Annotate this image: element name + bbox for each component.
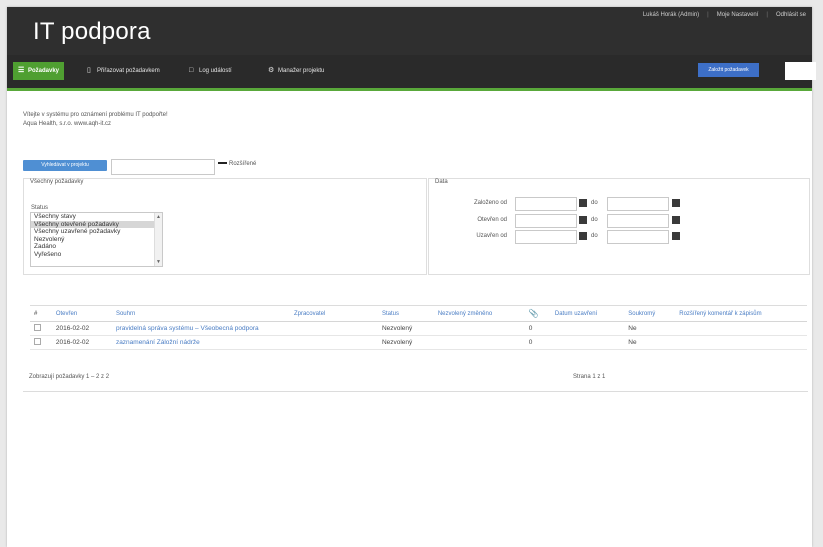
app-frame: IT podpora Lukáš Horák (Admin) | Moje Na… — [7, 7, 816, 547]
col-assignee[interactable]: Zpracovatel — [289, 305, 378, 322]
nav-tab-manazer[interactable]: ⚙ Manažer projektu — [263, 62, 329, 80]
date-label: Uzavřen od — [476, 233, 507, 239]
nav-tab-pozadavky[interactable]: ☰ Požadavky — [13, 62, 65, 80]
new-request-button[interactable]: Založit požadavek — [698, 63, 759, 77]
panel-title: Všechny požadavky — [30, 179, 84, 185]
row-checkbox[interactable] — [34, 324, 41, 331]
scroll-up-icon[interactable]: ▲ — [156, 214, 161, 220]
row-assignee — [289, 321, 378, 336]
row-count: 0 — [524, 335, 551, 350]
row-summary-cell: pravidelná správa systému – Všeobecná po… — [111, 321, 290, 336]
header: IT podpora Lukáš Horák (Admin) | Moje Na… — [7, 7, 812, 55]
row-checkbox-cell — [30, 321, 52, 336]
status-option[interactable]: Všechny otevřené požadavky — [31, 220, 162, 228]
listbox-scrollbar[interactable]: ▲ ▼ — [154, 213, 162, 266]
status-listbox[interactable]: Všechny stavy Všechny otevřené požadavky… — [30, 212, 163, 267]
settings-link[interactable]: Moje Nastavení — [717, 12, 759, 18]
main-navbar: ☰ Požadavky ▯ Přiřazovat požadavkem □ Log u… — [7, 55, 816, 91]
row-summary-link[interactable]: zaznamenání Záložní nádrže — [116, 339, 200, 346]
col-attachments[interactable]: 📎 — [524, 305, 551, 322]
table-row: 2016-02-02 zaznamenání Záložní nádrže Ne… — [30, 335, 807, 350]
dash-icon — [218, 162, 227, 165]
calendar-icon[interactable] — [579, 216, 587, 224]
status-option[interactable]: Vyřešeno — [31, 251, 162, 259]
row-checkbox[interactable] — [34, 338, 41, 345]
scroll-down-icon[interactable]: ▼ — [156, 259, 161, 265]
app-title: IT podpora — [33, 18, 151, 45]
col-comment[interactable]: Rozšířený komentář k zápisům — [675, 305, 807, 322]
row-checkbox-cell — [30, 335, 52, 350]
calendar-icon[interactable] — [672, 216, 680, 224]
date-from-input[interactable] — [515, 197, 577, 211]
status-option[interactable]: Všechny stavy — [31, 213, 162, 221]
col-closed-date[interactable]: Datum uzavření — [550, 305, 625, 322]
table-header-row: # Otevřen Souhrn Zpracovatel Status Nezv… — [30, 305, 807, 322]
calendar-icon[interactable] — [672, 199, 680, 207]
status-option[interactable]: Všechny uzavřené požadavky — [31, 228, 162, 236]
results-count: Zobrazují požadavky 1 – 2 z 2 — [29, 374, 110, 380]
nav-tab-log[interactable]: □ Log událostí — [184, 62, 237, 80]
gear-icon: ⚙ — [268, 67, 275, 74]
date-to-input[interactable] — [607, 197, 669, 211]
panel-title: Data — [435, 179, 448, 185]
page-indicator: Strana 1 z 1 — [573, 374, 606, 380]
date-from-input[interactable] — [515, 230, 577, 244]
col-id[interactable]: # — [30, 305, 52, 322]
calendar-icon[interactable] — [579, 199, 587, 207]
row-assignee — [289, 335, 378, 350]
row-date: 2016-02-02 — [51, 321, 112, 336]
date-to-input[interactable] — [607, 230, 669, 244]
col-private[interactable]: Soukromý — [624, 305, 676, 322]
project-search-input[interactable] — [111, 159, 215, 175]
col-changed[interactable]: Nezvolený změněno — [433, 305, 525, 322]
row-status: Nezvolený — [377, 335, 434, 350]
top-links: Lukáš Horák (Admin) | Moje Nastavení | O… — [642, 12, 806, 18]
table-row: 2016-02-02 pravidelná správa systému – V… — [30, 321, 807, 336]
attachment-icon: 📎 — [528, 309, 539, 318]
date-label: Otevřen od — [477, 217, 507, 223]
col-status[interactable]: Status — [377, 305, 434, 322]
expand-filter-link[interactable]: Rozšířené — [218, 161, 256, 167]
status-option[interactable]: Zadáno — [31, 243, 162, 251]
date-to-input[interactable] — [607, 214, 669, 228]
welcome-text: Vítejte v systému pro oznámení problému … — [23, 112, 168, 127]
col-summary[interactable]: Souhrn — [111, 305, 290, 322]
row-count: 0 — [524, 321, 551, 336]
row-private: Ne — [624, 335, 676, 350]
project-search-button[interactable]: Vyhledávat v projektu — [23, 160, 107, 171]
window-icon: □ — [189, 67, 194, 74]
date-label: Založeno od — [473, 200, 507, 206]
requests-table: # Otevřen Souhrn Zpracovatel Status Nezv… — [30, 305, 807, 350]
calendar-icon[interactable] — [579, 232, 587, 240]
row-status: Nezvolený — [377, 321, 434, 336]
row-summary-cell: zaznamenání Záložní nádrže — [111, 335, 290, 350]
status-label: Status — [31, 205, 49, 211]
row-summary-link[interactable]: pravidelná správa systému – Všeobecná po… — [116, 325, 259, 332]
logout-link[interactable]: Odhlásit se — [776, 12, 806, 18]
status-option[interactable]: Nezvolený — [31, 236, 162, 244]
row-date: 2016-02-02 — [51, 335, 112, 350]
document-icon: ▯ — [87, 67, 91, 74]
date-from-input[interactable] — [515, 214, 577, 228]
row-private: Ne — [624, 321, 676, 336]
list-icon: ☰ — [18, 67, 25, 74]
user-link[interactable]: Lukáš Horák (Admin) — [643, 12, 699, 18]
col-opened[interactable]: Otevřen — [51, 305, 112, 322]
divider — [23, 391, 808, 392]
calendar-icon[interactable] — [672, 232, 680, 240]
nav-search-input[interactable] — [785, 62, 816, 80]
nav-tab-prirazovat[interactable]: ▯ Přiřazovat požadavkem — [82, 62, 165, 80]
